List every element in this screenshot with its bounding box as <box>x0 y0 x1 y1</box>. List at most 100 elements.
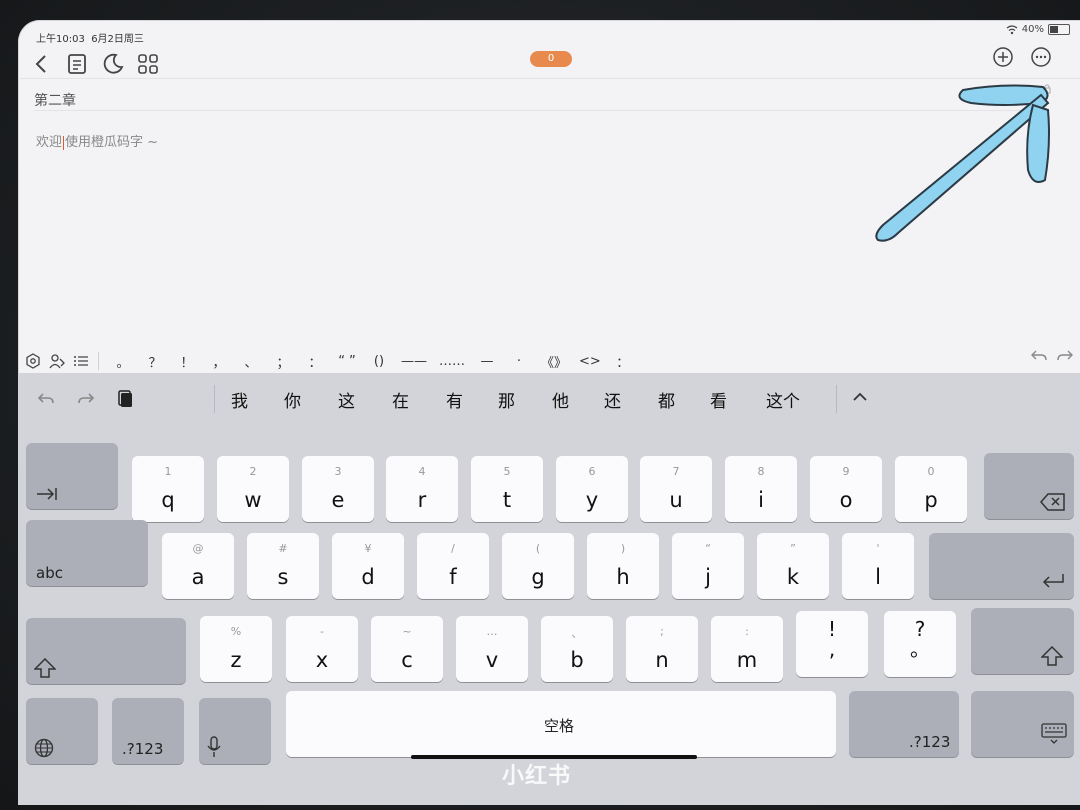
numbers-right-key[interactable]: .?123 <box>849 691 959 757</box>
candidate-item[interactable]: 这 <box>338 387 355 412</box>
key-p[interactable]: 0p <box>895 456 967 522</box>
key-v[interactable]: … v <box>456 616 528 682</box>
key-punct-1[interactable]: ?。 <box>884 611 956 677</box>
numbers-left-key[interactable]: .?123 <box>112 698 184 764</box>
key-i[interactable]: 8i <box>725 456 797 522</box>
settings-icon[interactable] <box>24 352 42 370</box>
key-secondary-label: @ <box>192 542 204 555</box>
expand-candidates-button[interactable] <box>850 387 872 409</box>
kb-paste-button[interactable] <box>116 389 138 411</box>
key-x[interactable]: -x <box>286 616 358 682</box>
key-secondary-label: 1 <box>164 465 172 478</box>
globe-key[interactable] <box>26 698 98 764</box>
key-k[interactable]: ” k <box>757 533 829 599</box>
candidate-item[interactable]: 他 <box>552 387 569 412</box>
candidate-item[interactable]: 你 <box>284 387 301 412</box>
character-icon[interactable] <box>48 352 66 370</box>
key-r[interactable]: 4r <box>386 456 458 522</box>
candidate-item[interactable]: 看 <box>710 387 727 412</box>
watermark-text: 小红书 <box>502 764 572 789</box>
punct-item[interactable]: “ ” <box>337 354 357 369</box>
space-key[interactable]: 空格 <box>286 691 836 757</box>
grid-menu-button[interactable] <box>136 52 160 76</box>
punct-item[interactable]: ！ <box>177 352 197 371</box>
key-secondary-label: ” <box>790 542 796 555</box>
key-g[interactable]: (g <box>502 533 574 599</box>
undo-text-button[interactable] <box>1030 347 1050 367</box>
punct-item[interactable]: · <box>509 354 529 369</box>
dictation-key[interactable] <box>199 698 271 764</box>
key-m[interactable]: :m <box>711 616 783 682</box>
key-a[interactable]: @ a <box>162 533 234 599</box>
key-y[interactable]: 6y <box>556 456 628 522</box>
chapter-title[interactable]: 第二章 <box>34 90 76 110</box>
punct-item[interactable]: <> <box>579 354 601 369</box>
punct-item[interactable]: ： <box>613 352 633 371</box>
outline-button[interactable] <box>65 52 89 76</box>
candidate-item[interactable]: 这个 <box>766 387 800 412</box>
kb-redo-button[interactable] <box>76 389 98 411</box>
key-punct-0[interactable]: !, <box>796 611 868 677</box>
punct-item[interactable]: 《》 <box>541 352 567 371</box>
key-secondary-label: 5 <box>503 465 511 478</box>
more-button[interactable] <box>1030 46 1052 68</box>
candidate-item[interactable]: 那 <box>498 387 515 412</box>
key-label: z <box>230 648 242 672</box>
punct-item[interactable]: 。 <box>113 352 133 371</box>
key-h[interactable]: ) h <box>587 533 659 599</box>
key-q[interactable]: 1q <box>132 456 204 522</box>
shift-left-key[interactable] <box>26 618 186 684</box>
key-label: ?。 <box>884 619 956 659</box>
back-button[interactable] <box>30 52 54 76</box>
key-f[interactable]: / f <box>417 533 489 599</box>
tab-key[interactable] <box>26 443 118 509</box>
key-j[interactable]: “j <box>672 533 744 599</box>
key-label: b <box>570 648 584 672</box>
key-b[interactable]: 、 b <box>541 616 613 682</box>
punct-item[interactable]: 、 <box>241 352 261 371</box>
candidate-item[interactable]: 都 <box>658 387 675 412</box>
key-w[interactable]: 2w <box>217 456 289 522</box>
hide-keyboard-key[interactable] <box>971 691 1074 757</box>
key-u[interactable]: 7u <box>640 456 712 522</box>
key-secondary-label: … <box>486 625 498 638</box>
punct-item[interactable]: ： <box>305 352 325 371</box>
key-n[interactable]: ; n <box>626 616 698 682</box>
punct-item[interactable]: — <box>477 354 497 369</box>
candidate-item[interactable]: 我 <box>231 387 248 412</box>
key-secondary-label: : <box>745 625 749 638</box>
candidate-item[interactable]: 有 <box>446 387 463 412</box>
night-mode-button[interactable] <box>101 52 125 76</box>
candidate-item[interactable]: 在 <box>392 387 409 412</box>
punct-item[interactable]: —— <box>401 354 427 369</box>
home-indicator[interactable] <box>411 755 697 759</box>
moon-icon <box>103 53 124 74</box>
list-icon[interactable] <box>72 352 90 370</box>
punct-item[interactable]: ？ <box>145 352 165 371</box>
key-t[interactable]: 5t <box>471 456 543 522</box>
backspace-icon <box>1040 493 1066 511</box>
return-key[interactable] <box>929 533 1074 599</box>
key-e[interactable]: 3e <box>302 456 374 522</box>
key-l[interactable]: ' l <box>842 533 914 599</box>
key-c[interactable]: ~ c <box>371 616 443 682</box>
key-label: y <box>585 488 599 512</box>
key-z[interactable]: % z <box>200 616 272 682</box>
key-label: v <box>485 648 499 672</box>
punct-item[interactable]: ； <box>273 352 293 371</box>
key-d[interactable]: ¥ d <box>332 533 404 599</box>
editor-body[interactable]: 欢迎 使用橙瓜码字 ~ <box>36 131 158 150</box>
punct-item[interactable]: …… <box>439 354 465 369</box>
kb-undo-button[interactable] <box>36 389 58 411</box>
key-s[interactable]: # s <box>247 533 319 599</box>
add-button[interactable] <box>992 46 1014 68</box>
shift-right-key[interactable] <box>971 608 1074 674</box>
punct-item[interactable]: ， <box>209 352 229 371</box>
undo-icon <box>1031 350 1047 361</box>
redo-text-button[interactable] <box>1056 347 1076 367</box>
delete-key[interactable] <box>984 453 1074 519</box>
punct-item[interactable]: () <box>369 354 389 369</box>
key-o[interactable]: 9o <box>810 456 882 522</box>
abc-key[interactable]: abc <box>26 520 148 586</box>
candidate-item[interactable]: 还 <box>604 387 621 412</box>
